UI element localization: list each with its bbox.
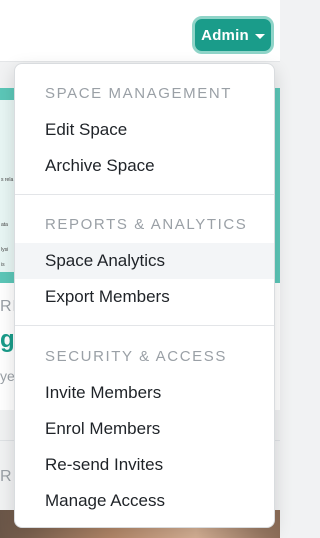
caret-down-icon	[254, 33, 265, 39]
admin-button-label: Admin	[201, 26, 249, 44]
menu-item-archive-space[interactable]: Archive Space	[15, 148, 274, 184]
top-header: Admin	[0, 0, 280, 62]
background-text-fragment: ata	[1, 222, 8, 228]
menu-item-enrol-members[interactable]: Enrol Members	[15, 411, 274, 447]
section-header-reports-analytics: REPORTS & ANALYTICS	[45, 216, 248, 233]
menu-item-edit-space[interactable]: Edit Space	[15, 112, 274, 148]
background-heading: g	[0, 326, 15, 353]
background-subtext: ye	[0, 368, 15, 384]
background-text-fragment: lysi	[1, 247, 9, 253]
menu-item-space-analytics[interactable]: Space Analytics	[15, 243, 274, 279]
section-header-security-access: SECURITY & ACCESS	[45, 348, 227, 365]
menu-item-export-members[interactable]: Export Members	[15, 279, 274, 315]
menu-item-invite-members[interactable]: Invite Members	[15, 375, 274, 411]
menu-item-manage-access[interactable]: Manage Access	[15, 483, 274, 519]
admin-menu-button[interactable]: Admin	[192, 16, 274, 54]
admin-dropdown-menu: SPACE MANAGEMENT Edit Space Archive Spac…	[14, 63, 275, 528]
menu-divider	[15, 194, 274, 195]
background-text-fragment: is	[1, 262, 5, 268]
menu-divider	[15, 325, 274, 326]
section-header-space-management: SPACE MANAGEMENT	[45, 85, 233, 102]
menu-item-resend-invites[interactable]: Re-send Invites	[15, 447, 274, 483]
background-text-fragment: s rela	[1, 177, 14, 183]
